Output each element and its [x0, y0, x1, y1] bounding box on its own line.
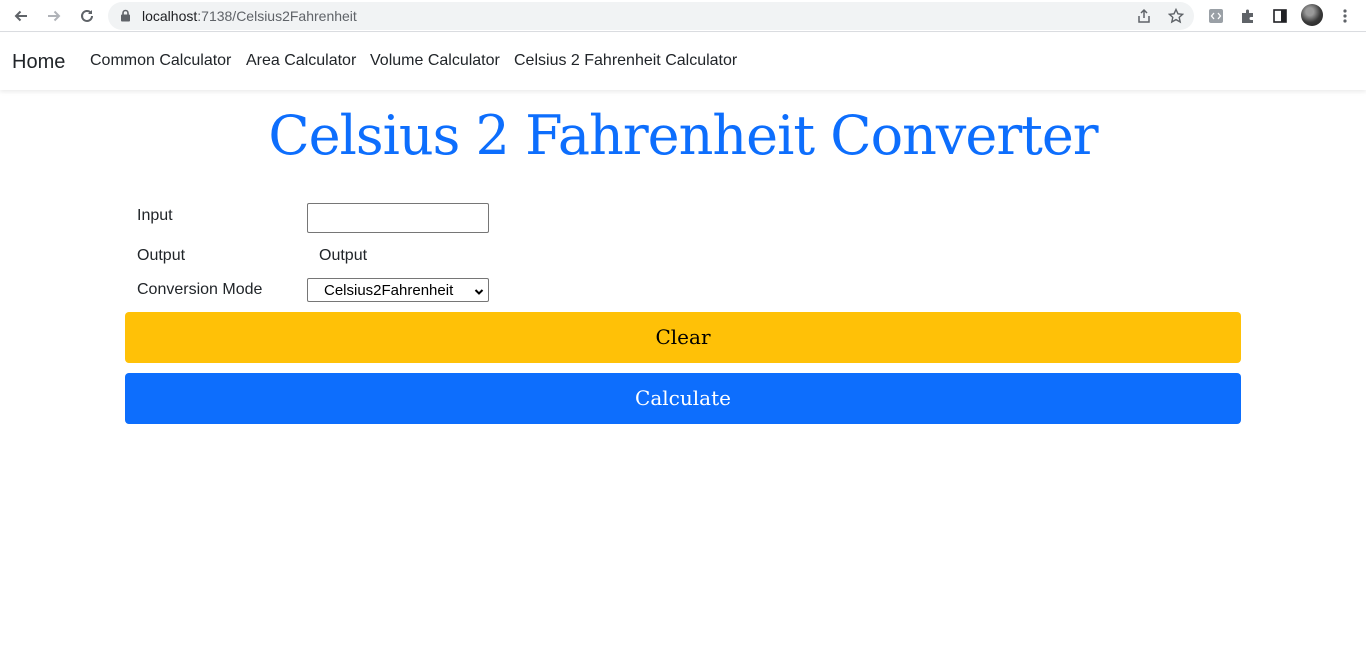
address-bar[interactable]: localhost:7138/Celsius2Fahrenheit	[108, 2, 1194, 30]
extensions-puzzle-icon[interactable]	[1236, 4, 1260, 28]
lock-icon	[120, 9, 131, 27]
nav-link-volume-calculator[interactable]: Volume Calculator	[370, 33, 500, 89]
browser-toolbar: localhost:7138/Celsius2Fahrenheit	[0, 0, 1366, 32]
conversion-mode-selected: Celsius2Fahrenheit	[324, 282, 454, 299]
side-panel-icon[interactable]	[1268, 4, 1292, 28]
chevron-down-icon	[474, 284, 484, 301]
profile-avatar[interactable]	[1301, 4, 1323, 26]
calculate-button[interactable]: Calculate	[125, 373, 1241, 424]
temperature-input[interactable]	[307, 203, 489, 233]
share-icon[interactable]	[1132, 4, 1156, 28]
nav-link-common-calculator[interactable]: Common Calculator	[90, 33, 231, 89]
conversion-mode-select[interactable]: Celsius2Fahrenheit	[307, 278, 489, 302]
input-label: Input	[137, 207, 173, 224]
nav-link-area-calculator[interactable]: Area Calculator	[246, 33, 356, 89]
reload-icon[interactable]	[75, 4, 99, 28]
url-text: localhost:7138/Celsius2Fahrenheit	[142, 8, 357, 24]
nav-brand-home[interactable]: Home	[12, 33, 65, 91]
back-icon[interactable]	[9, 4, 33, 28]
page-title: Celsius 2 Fahrenheit Converter	[268, 104, 1098, 167]
app-navbar: Home Common Calculator Area Calculator V…	[0, 33, 1366, 90]
forward-icon[interactable]	[42, 4, 66, 28]
conversion-mode-label: Conversion Mode	[137, 281, 263, 298]
output-value: Output	[319, 247, 368, 264]
output-label: Output	[137, 247, 186, 264]
devtools-extension-icon[interactable]	[1204, 4, 1228, 28]
nav-link-celsius-calculator[interactable]: Celsius 2 Fahrenheit Calculator	[514, 33, 737, 89]
menu-kebab-icon[interactable]	[1333, 4, 1357, 28]
bookmark-star-icon[interactable]	[1164, 4, 1188, 28]
clear-button[interactable]: Clear	[125, 312, 1241, 363]
